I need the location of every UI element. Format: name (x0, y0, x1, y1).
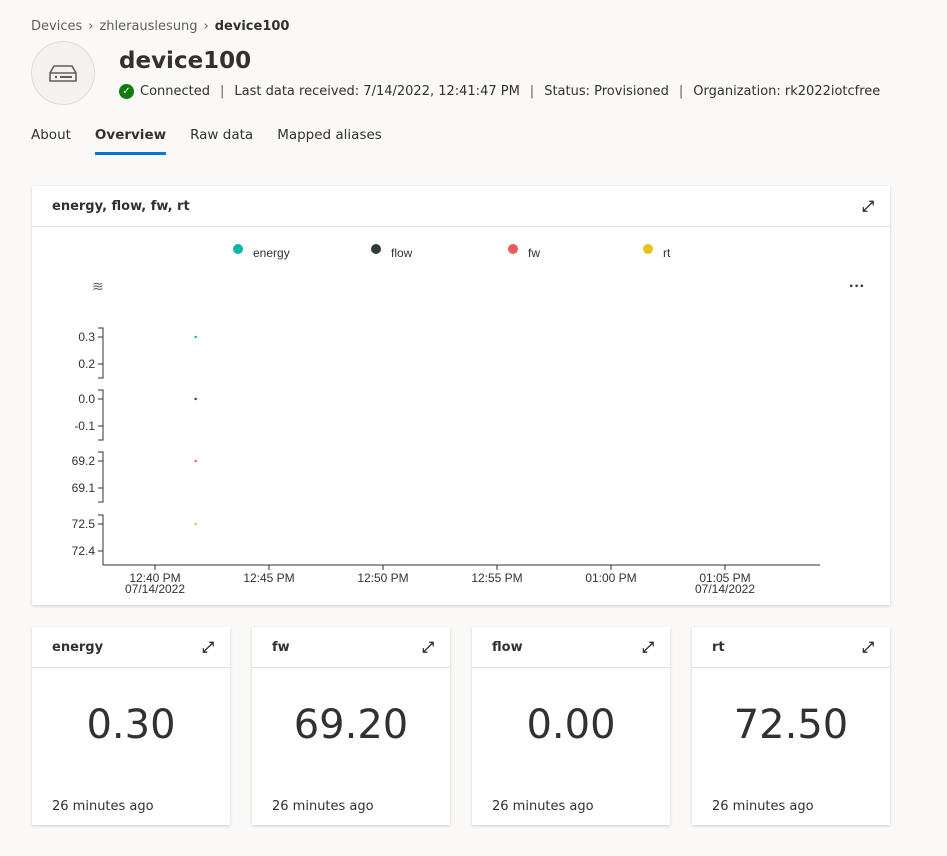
chart-svg: energy flow fw rt ≋ ··· 0.3 0.2 0.0 -0.1 69.2 69.1 7… (72, 244, 865, 596)
data-point-flow (194, 397, 197, 401)
chart-card: energy, flow, fw, rt ⤢ energy flow fw rt ≋ ···… (32, 186, 890, 605)
legend-marker-flow (371, 244, 381, 254)
expand-icon[interactable]: ⤢ (642, 638, 654, 656)
tile-value: 69.20 (293, 702, 409, 748)
tab-about[interactable]: About (31, 127, 71, 155)
breadcrumb-template[interactable]: zhlerauslesung (99, 19, 197, 34)
tile-energy: energy ⤢ 0.30 26 minutes ago (32, 627, 230, 825)
device-avatar (31, 41, 95, 105)
legend-label-rt: rt (663, 246, 671, 260)
y-tick-label: 69.1 (72, 481, 96, 495)
y-axis-rt (98, 514, 104, 565)
y-tick-label: -0.1 (74, 419, 95, 433)
tile-timestamp: 26 minutes ago (272, 799, 374, 814)
legend-label-flow: flow (391, 246, 413, 260)
tile-value: 72.50 (733, 702, 849, 748)
legend-marker-energy (233, 244, 243, 254)
device-icon (49, 65, 77, 82)
layers-icon: ≋ (92, 278, 104, 294)
tile-timestamp: 26 minutes ago (492, 799, 594, 814)
chevron-right-icon: › (88, 19, 94, 34)
chevron-right-icon: › (203, 19, 209, 34)
data-point-energy (194, 335, 197, 339)
data-point-fw (194, 459, 197, 463)
expand-icon[interactable]: ⤢ (202, 638, 214, 656)
tile-title: rt (712, 639, 725, 655)
breadcrumb-devices[interactable]: Devices (31, 19, 82, 34)
x-tick-label: 12:45 PM (243, 571, 294, 585)
x-tick-label: 12:50 PM (357, 571, 408, 585)
tab-raw-data[interactable]: Raw data (190, 127, 253, 155)
check-circle-icon: ✓ (119, 84, 134, 99)
data-point-rt (194, 522, 197, 526)
expand-icon[interactable]: ⤢ (422, 638, 434, 656)
breadcrumb-current: device100 (214, 19, 290, 34)
y-tick-label: 72.4 (72, 544, 96, 558)
y-tick-label: 72.5 (72, 517, 96, 531)
breadcrumb: Devices › zhlerauslesung › device100 (31, 19, 289, 34)
tab-mapped-aliases[interactable]: Mapped aliases (277, 127, 382, 155)
tile-title: energy (52, 639, 104, 655)
tile-title: fw (272, 639, 290, 655)
y-axis-fw (98, 451, 104, 503)
device-status-line: ✓ Connected | Last data received: 7/14/20… (119, 84, 880, 99)
y-tick-label: 0.2 (78, 357, 95, 371)
last-data-received: Last data received: 7/14/2022, 12:41:47 … (234, 84, 520, 99)
legend-label-energy: energy (253, 246, 290, 260)
y-axis-energy (98, 327, 104, 379)
tile-value: 0.30 (86, 702, 176, 748)
tile-timestamp: 26 minutes ago (52, 799, 154, 814)
tile-title: flow (492, 639, 523, 655)
y-tick-label: 0.0 (78, 392, 95, 406)
x-tick-date: 07/14/2022 (125, 582, 185, 596)
more-options-icon: ··· (849, 278, 865, 295)
tile-value: 0.00 (526, 702, 616, 748)
expand-icon[interactable]: ⤢ (862, 638, 874, 656)
page-title: device100 (119, 48, 252, 74)
legend-marker-fw (508, 244, 518, 254)
organization: Organization: rk2022iotcfree (693, 84, 881, 99)
x-tick-label: 01:00 PM (585, 571, 636, 585)
x-tick-date: 07/14/2022 (695, 582, 755, 596)
tab-bar: About Overview Raw data Mapped aliases (31, 127, 382, 155)
provision-status: Status: Provisioned (544, 84, 669, 99)
tile-timestamp: 26 minutes ago (712, 799, 814, 814)
tab-overview[interactable]: Overview (94, 127, 167, 155)
tile-rt: rt ⤢ 72.50 26 minutes ago (692, 627, 890, 825)
y-tick-label: 69.2 (72, 454, 96, 468)
y-tick-label: 0.3 (78, 330, 95, 344)
tile-flow: flow ⤢ 0.00 26 minutes ago (472, 627, 670, 825)
x-tick-label: 12:55 PM (471, 571, 522, 585)
tile-fw: fw ⤢ 69.20 26 minutes ago (252, 627, 450, 825)
legend-marker-rt (643, 244, 653, 254)
legend-label-fw: fw (528, 246, 540, 260)
y-axis-flow (98, 389, 104, 441)
connection-status: Connected (140, 84, 211, 99)
